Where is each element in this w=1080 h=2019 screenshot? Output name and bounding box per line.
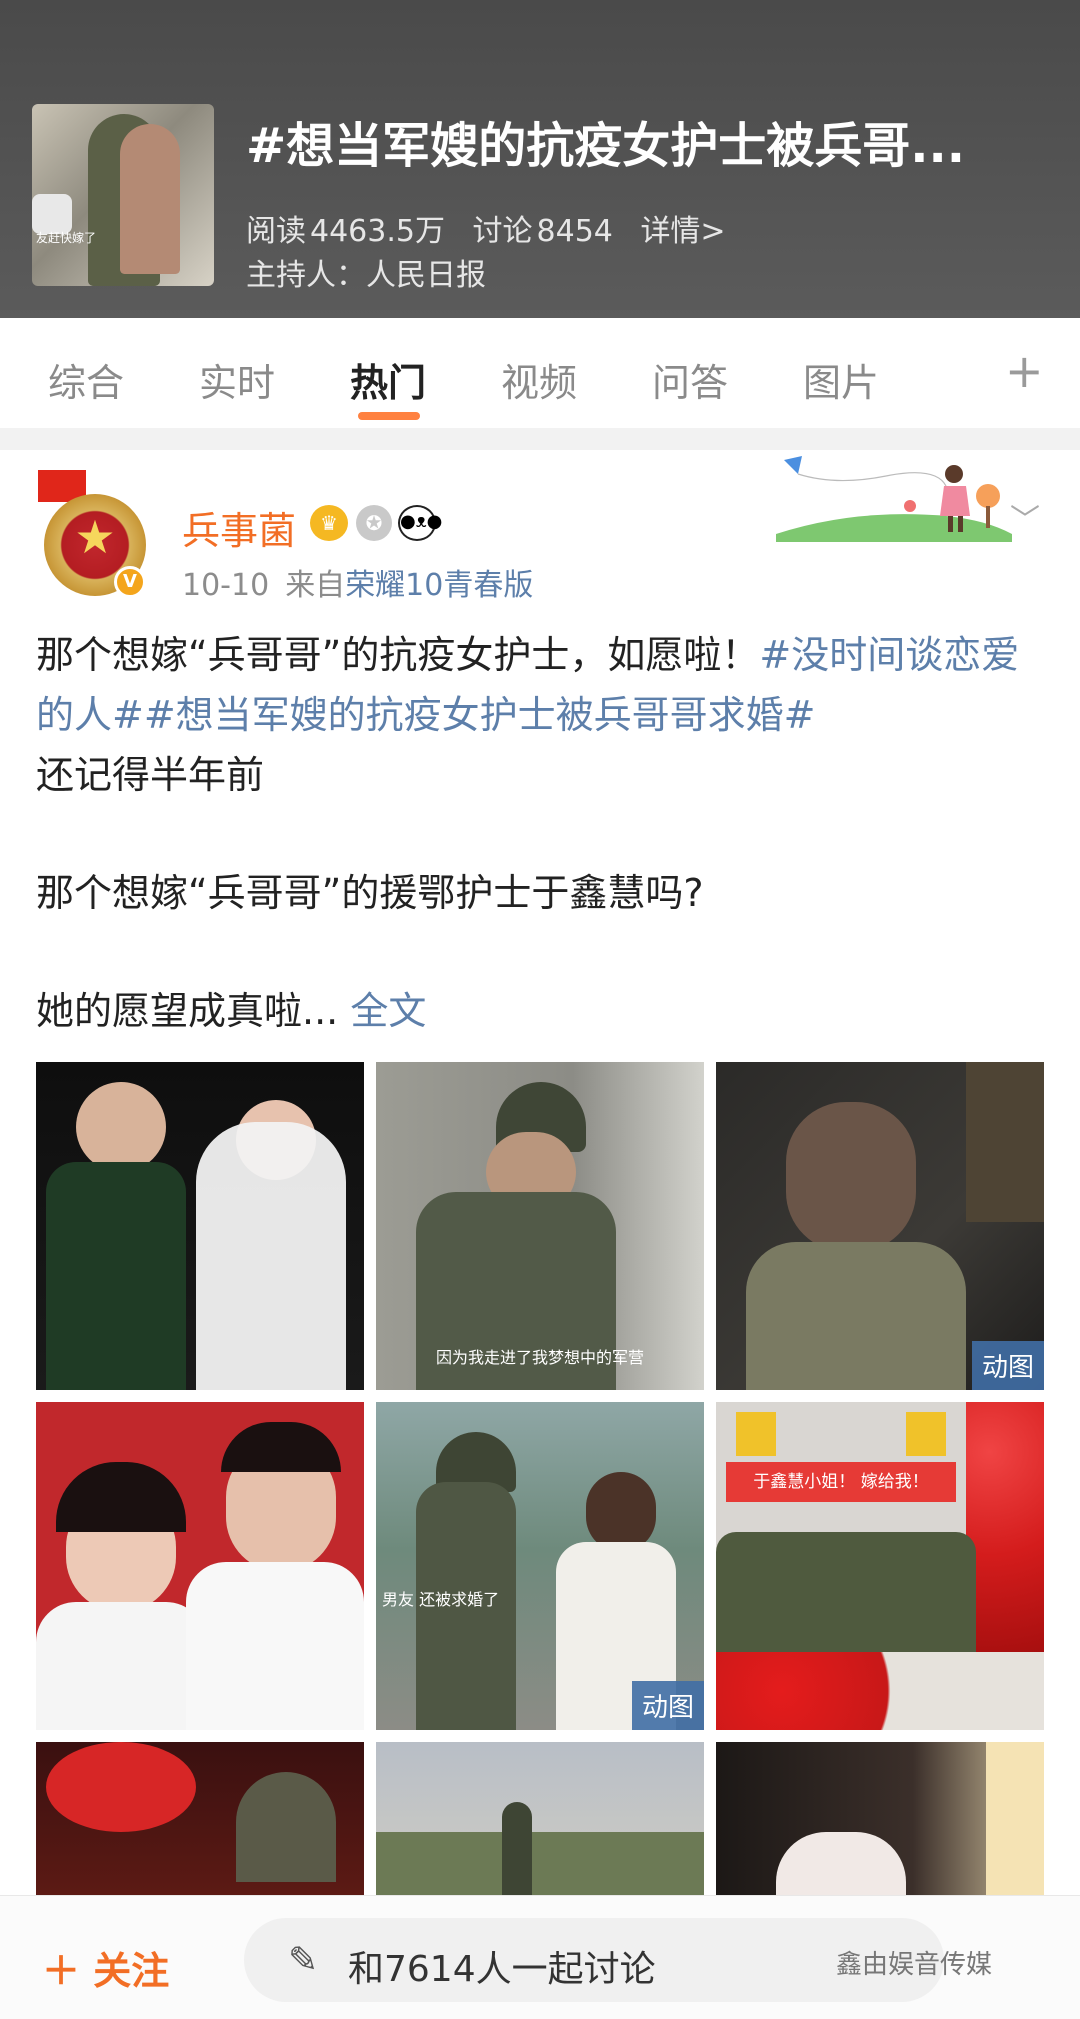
kite-decoration-icon [776, 456, 1012, 542]
read-label: 阅读 [246, 214, 306, 249]
discuss-count: 8454 [536, 214, 613, 249]
post-date: 10-10 [182, 568, 270, 603]
topic-thumbnail[interactable]: 友赶快嫁了 [32, 104, 214, 286]
topic-stats: 阅读 4463.5万 讨论 8454 详情> [246, 206, 744, 250]
tab-qa[interactable]: 问答 [652, 352, 728, 407]
post-image-7[interactable] [36, 1742, 364, 1895]
post-text-wish: 她的愿望成真啦... [36, 989, 339, 1033]
avatar[interactable]: ★ V [36, 470, 154, 600]
image-5-caption: 男友 还被求婚了 [382, 1590, 500, 1609]
post-device[interactable]: 荣耀10青春版 [345, 568, 533, 603]
read-count: 4463.5万 [310, 214, 445, 249]
post-image-5[interactable]: 男友 还被求婚了 动图 [376, 1402, 704, 1730]
section-divider [0, 428, 1080, 450]
watermark-text: 鑫由娱音传媒 [836, 1950, 993, 1980]
post-body: 那个想嫁“兵哥哥”的抗疫女护士，如愿啦！#没时间谈恋爱的人##想当军嫂的抗疫女护… [36, 625, 1046, 1041]
panda-icon[interactable]: ●ᴥ● [398, 505, 442, 541]
topic-header: 友赶快嫁了 #想当军嫂的抗疫女护士被兵哥... 阅读 4463.5万 讨论 8454… [0, 0, 1080, 318]
post-line-3: 那个想嫁“兵哥哥”的援鄂护士于鑫慧吗? [36, 871, 704, 915]
thumbnail-caption: 友赶快嫁了 [36, 231, 97, 245]
post-text-intro: 那个想嫁“兵哥哥”的抗疫女护士，如愿啦！ [36, 633, 760, 677]
post-image-9[interactable] [716, 1742, 1044, 1895]
discuss-label: 讨论 [472, 214, 533, 249]
bottom-bar: ＋ 关注 ✎ 和7614人一起讨论 鑫由娱音传媒 [0, 1895, 1080, 2019]
post-line-1: 那个想嫁“兵哥哥”的抗疫女护士，如愿啦！#没时间谈恋爱的人##想当军嫂的抗疫女护… [36, 625, 1046, 745]
animated-badge-5: 动图 [631, 1681, 704, 1730]
active-tab-indicator [358, 412, 420, 420]
post-line-4: 她的愿望成真啦... 全文 [36, 981, 1046, 1041]
post-image-1[interactable] [36, 1062, 364, 1390]
post-via: 来自 [285, 568, 346, 603]
tab-pictures[interactable]: 图片 [803, 352, 879, 407]
host-name[interactable]: 人民日报 [366, 258, 486, 293]
author-name[interactable]: 兵事菌 [182, 500, 296, 555]
tab-realtime[interactable]: 实时 [199, 352, 275, 407]
topic-title: #想当军嫂的抗疫女护士被兵哥... [246, 118, 965, 174]
tab-comprehensive[interactable]: 综合 [48, 352, 124, 407]
discuss-placeholder: 和7614人一起讨论 [348, 1949, 656, 1990]
topic-host: 主持人：人民日报 [246, 250, 486, 294]
post-image-4[interactable] [36, 1402, 364, 1730]
tab-video[interactable]: 视频 [501, 352, 577, 407]
post-image-3[interactable]: 动图 [716, 1062, 1044, 1390]
post-image-8[interactable] [376, 1742, 704, 1895]
star-icon: ★ [74, 510, 116, 564]
tab-hot[interactable]: 热门 [350, 352, 426, 407]
chevron-down-icon[interactable]: ﹀ [1010, 495, 1040, 539]
host-label: 主持人： [246, 258, 366, 293]
post-image-2[interactable]: 因为我走进了我梦想中的军营 [376, 1062, 704, 1390]
medal-icon[interactable]: ✪ [356, 505, 392, 541]
add-tab-icon[interactable]: + [1005, 344, 1044, 398]
post-image-6[interactable]: 于鑫慧小姐！ 嫁给我！ [716, 1402, 1044, 1730]
details-link[interactable]: 详情> [640, 214, 725, 249]
edit-icon: ✎ [288, 1940, 319, 1981]
image-2-caption: 因为我走进了我梦想中的军营 [435, 1348, 644, 1367]
animated-badge-3: 动图 [971, 1341, 1044, 1390]
crown-icon[interactable]: ♛ [310, 505, 348, 541]
follow-button[interactable]: ＋ 关注 [42, 1940, 169, 1995]
verified-icon: V [114, 566, 146, 598]
tab-bar: 综合 实时 热门 视频 问答 图片 + [0, 318, 1080, 428]
hashtag-topic[interactable]: #想当军嫂的抗疫女护士被兵哥哥求婚# [144, 693, 816, 737]
image-6-banner: 于鑫慧小姐！ 嫁给我！ [726, 1462, 956, 1502]
full-text-link[interactable]: 全文 [350, 989, 426, 1033]
post-line-2: 还记得半年前 [36, 753, 265, 797]
post-meta: 10-10 来自荣耀10青春版 [182, 560, 533, 604]
